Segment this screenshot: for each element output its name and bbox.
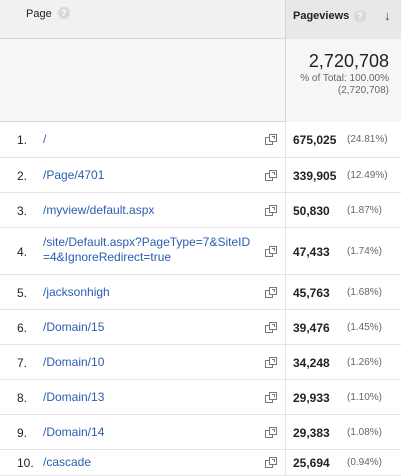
table-row: 7. /Domain/10 34,248 (1.26%) [0, 345, 401, 380]
total-absolute: (2,720,708) [337, 85, 389, 96]
row-rank: 5. [17, 286, 28, 300]
open-in-new-window-icon[interactable] [265, 427, 277, 438]
sort-descending-icon[interactable]: ↓ [384, 8, 391, 23]
row-percent: (1.74%) [347, 246, 383, 257]
table-row: 3. /myview/default.aspx 50,830 (1.87%) [0, 193, 401, 228]
table-row: 8. /Domain/13 29,933 (1.10%) [0, 380, 401, 415]
page-link[interactable]: /myview/default.aspx [43, 203, 253, 218]
page-link[interactable]: /Domain/10 [43, 355, 253, 370]
row-pageviews: 29,383 [293, 426, 330, 440]
open-in-new-window-icon[interactable] [265, 457, 277, 468]
row-pageviews: 25,694 [293, 456, 330, 470]
row-rank: 1. [17, 133, 28, 147]
pageviews-cell: 34,248 (1.26%) [285, 345, 401, 379]
table-header: Page ? Pageviews ? ↓ [0, 0, 401, 39]
row-rank: 10. [17, 456, 34, 470]
row-pageviews: 34,248 [293, 356, 330, 370]
open-in-new-window-icon[interactable] [265, 287, 277, 298]
row-percent: (1.68%) [347, 287, 383, 298]
row-percent: (24.81%) [347, 134, 388, 145]
page-link[interactable]: / [43, 132, 253, 147]
page-link[interactable]: /Domain/14 [43, 425, 253, 440]
row-pageviews: 47,433 [293, 245, 330, 259]
page-column-header[interactable]: Page ? [26, 7, 70, 20]
open-in-new-window-icon[interactable] [265, 205, 277, 216]
open-in-new-window-icon[interactable] [265, 322, 277, 333]
row-pageviews: 50,830 [293, 204, 330, 218]
pageviews-cell: 50,830 (1.87%) [285, 193, 401, 227]
help-icon[interactable]: ? [354, 10, 366, 22]
help-icon[interactable]: ? [58, 7, 70, 19]
row-percent: (0.94%) [347, 457, 383, 468]
page-link[interactable]: /site/Default.aspx?PageType=7&SiteID=4&I… [43, 235, 253, 265]
pageviews-cell: 29,933 (1.10%) [285, 380, 401, 414]
open-in-new-window-icon[interactable] [265, 134, 277, 145]
report-table: Page ? Pageviews ? ↓ 2,720,708 % of Tota… [0, 0, 401, 476]
page-link[interactable]: /Domain/15 [43, 320, 253, 335]
table-row: 10. /cascade 25,694 (0.94%) [0, 450, 401, 476]
row-rank: 6. [17, 321, 28, 335]
table-row: 2. /Page/4701 339,905 (12.49%) [0, 158, 401, 193]
table-row: 4. /site/Default.aspx?PageType=7&SiteID=4… [0, 228, 401, 275]
row-pageviews: 29,933 [293, 391, 330, 405]
row-percent: (12.49%) [347, 170, 388, 181]
row-rank: 2. [17, 169, 28, 183]
row-pageviews: 39,476 [293, 321, 330, 335]
row-rank: 7. [17, 356, 28, 370]
row-pageviews: 339,905 [293, 169, 337, 183]
pageviews-cell: 45,763 (1.68%) [285, 275, 401, 309]
pageviews-cell: 47,433 (1.74%) [285, 228, 401, 274]
table-row: 1. / 675,025 (24.81%) [0, 122, 401, 158]
page-column-label: Page [26, 8, 52, 20]
pageviews-column-header[interactable]: Pageviews ? ↓ [285, 0, 401, 39]
totals-row: 2,720,708 % of Total: 100.00% (2,720,708… [0, 39, 401, 122]
page-link[interactable]: /Page/4701 [43, 168, 253, 183]
row-pageviews: 45,763 [293, 286, 330, 300]
total-percent: % of Total: 100.00% [300, 73, 389, 84]
totals-pageviews-cell: 2,720,708 % of Total: 100.00% (2,720,708… [285, 39, 401, 122]
pageviews-cell: 675,025 (24.81%) [285, 122, 401, 157]
table-row: 6. /Domain/15 39,476 (1.45%) [0, 310, 401, 345]
row-percent: (1.87%) [347, 205, 383, 216]
total-pageviews: 2,720,708 [308, 51, 389, 71]
page-link[interactable]: /jacksonhigh [43, 285, 253, 300]
pageviews-cell: 339,905 (12.49%) [285, 158, 401, 192]
row-rank: 8. [17, 391, 28, 405]
row-percent: (1.10%) [347, 392, 383, 403]
open-in-new-window-icon[interactable] [265, 357, 277, 368]
table-row: 9. /Domain/14 29,383 (1.08%) [0, 415, 401, 450]
open-in-new-window-icon[interactable] [265, 246, 277, 257]
row-rank: 9. [17, 426, 28, 440]
row-rank: 4. [17, 245, 28, 259]
row-percent: (1.08%) [347, 427, 383, 438]
row-percent: (1.26%) [347, 357, 383, 368]
pageviews-cell: 39,476 (1.45%) [285, 310, 401, 344]
pageviews-column-label: Pageviews [293, 10, 350, 22]
pageviews-cell: 25,694 (0.94%) [285, 450, 401, 475]
open-in-new-window-icon[interactable] [265, 392, 277, 403]
row-rank: 3. [17, 204, 28, 218]
row-percent: (1.45%) [347, 322, 383, 333]
table-row: 5. /jacksonhigh 45,763 (1.68%) [0, 275, 401, 310]
row-pageviews: 675,025 [293, 133, 337, 147]
pageviews-cell: 29,383 (1.08%) [285, 415, 401, 449]
page-link[interactable]: /cascade [43, 455, 253, 470]
open-in-new-window-icon[interactable] [265, 170, 277, 181]
page-link[interactable]: /Domain/13 [43, 390, 253, 405]
